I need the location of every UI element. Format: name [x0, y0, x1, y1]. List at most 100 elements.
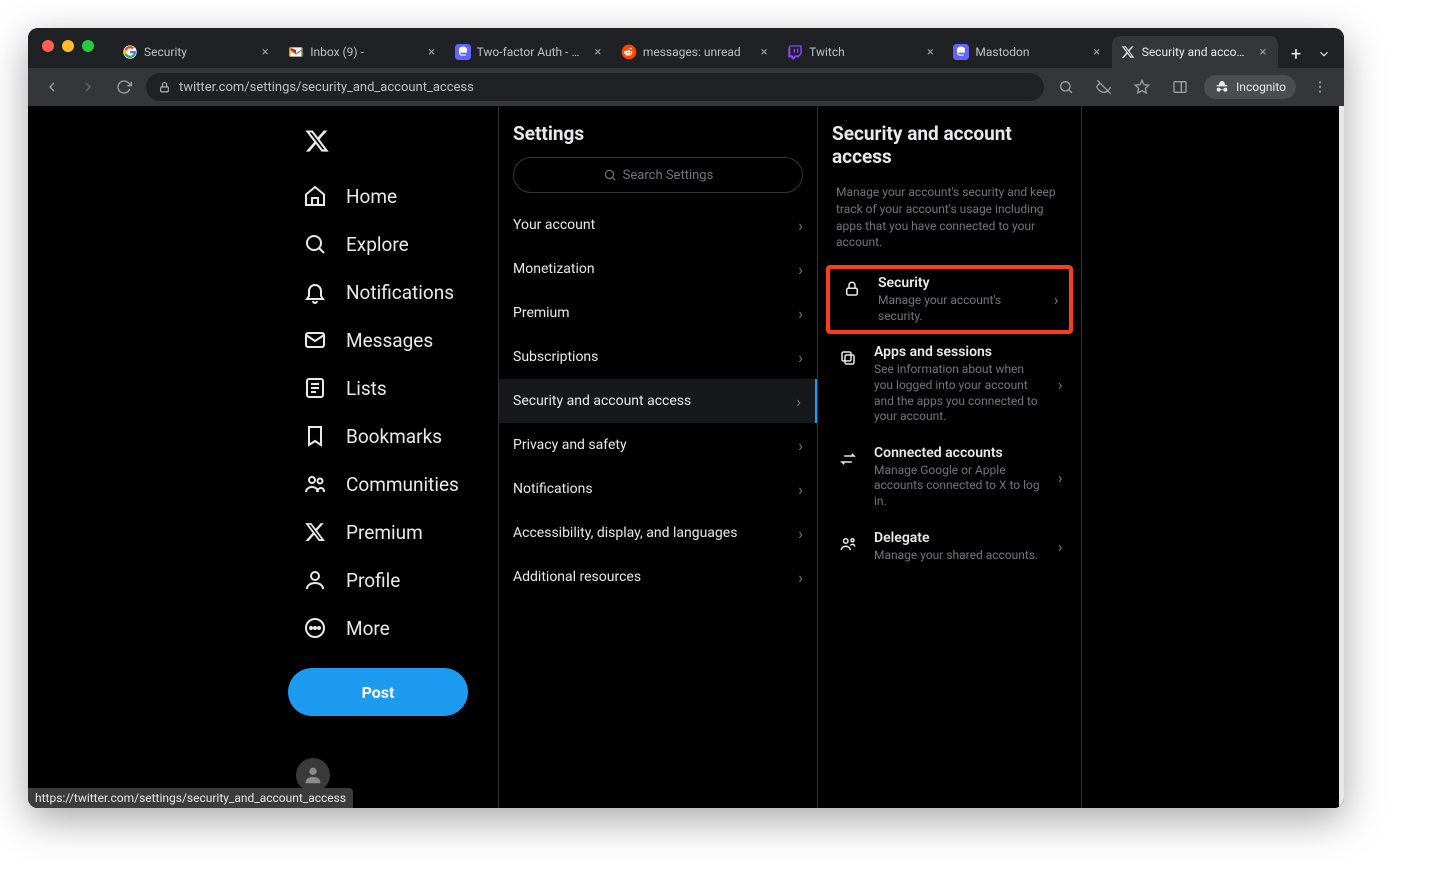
incognito-badge[interactable]: Incognito	[1204, 75, 1296, 99]
scrollbar[interactable]	[1339, 106, 1344, 808]
settings-item[interactable]: Monetization ›	[499, 247, 817, 291]
settings-item[interactable]: Security and account access ›	[499, 379, 817, 423]
tab-close-icon[interactable]: ×	[425, 45, 439, 59]
chevron-right-icon: ›	[798, 436, 803, 455]
settings-item-label: Additional resources	[513, 569, 641, 585]
tab-close-icon[interactable]: ×	[591, 45, 605, 59]
nav-item-home[interactable]: Home	[288, 172, 498, 220]
tab-close-icon[interactable]: ×	[258, 45, 272, 59]
star-icon[interactable]	[1128, 73, 1156, 101]
reload-button[interactable]	[110, 73, 138, 101]
tab-favicon	[1120, 44, 1136, 60]
tab-strip: Security×Inbox (9) - ×Two-factor Auth - …	[28, 28, 1344, 68]
settings-item[interactable]: Accessibility, display, and languages›	[499, 511, 817, 555]
detail-item-delegate[interactable]: DelegateManage your shared accounts.›	[818, 520, 1081, 574]
eye-off-icon[interactable]	[1090, 73, 1118, 101]
tab-title: Security	[144, 45, 252, 59]
kebab-icon[interactable]	[1306, 73, 1334, 101]
nav-item-bookmarks[interactable]: Bookmarks	[288, 412, 498, 460]
detail-item-title: Security	[878, 275, 1040, 291]
nav-item-messages[interactable]: Messages	[288, 316, 498, 364]
chevron-right-icon: ›	[798, 260, 803, 279]
detail-item-connected-accounts[interactable]: Connected accountsManage Google or Apple…	[818, 435, 1081, 520]
nav-item-premium[interactable]: Premium	[288, 508, 498, 556]
nav-item-explore[interactable]: Explore	[288, 220, 498, 268]
detail-item-title: Delegate	[874, 530, 1044, 546]
tab-title: Mastodon	[975, 45, 1083, 59]
detail-item-security[interactable]: SecurityManage your account's security.›	[826, 265, 1073, 334]
new-tab-button[interactable]: +	[1282, 40, 1310, 68]
detail-title: Security and account access	[818, 116, 1081, 180]
settings-item[interactable]: Privacy and safety›	[499, 423, 817, 467]
settings-item[interactable]: Subscriptions›	[499, 335, 817, 379]
primary-nav: Home Explore Notifications Messages Lists Boo…	[288, 106, 498, 808]
chevron-right-icon: ›	[796, 392, 801, 411]
browser-tab[interactable]: Inbox (9) - ×	[280, 36, 446, 68]
profile-icon	[302, 567, 328, 593]
nav-label: Bookmarks	[346, 425, 442, 448]
tab-menu-button[interactable]	[1310, 40, 1338, 68]
nav-label: Home	[346, 185, 397, 208]
x-logo[interactable]	[292, 116, 342, 166]
nav-label: Communities	[346, 473, 459, 496]
detail-item-desc: See information about when you logged in…	[874, 362, 1044, 424]
browser-tab[interactable]: Two-factor Auth - Masto…×	[447, 36, 613, 68]
detail-item-desc: Manage your shared accounts.	[874, 548, 1044, 564]
nav-item-lists[interactable]: Lists	[288, 364, 498, 412]
nav-item-more[interactable]: More	[288, 604, 498, 652]
tab-close-icon[interactable]: ×	[923, 45, 937, 59]
browser-tab[interactable]: Twitch×	[779, 36, 945, 68]
mail-icon	[302, 327, 328, 353]
post-button[interactable]: Post	[288, 668, 468, 716]
settings-item[interactable]: Notifications›	[499, 467, 817, 511]
status-bar: https://twitter.com/settings/security_an…	[28, 788, 353, 808]
browser-tab[interactable]: messages: unread ×	[613, 36, 779, 68]
tab-favicon	[621, 44, 637, 60]
settings-item-label: Monetization	[513, 261, 595, 277]
account-avatar[interactable]	[296, 758, 330, 792]
back-button[interactable]	[38, 73, 66, 101]
settings-column: Settings Search Settings Your account›Mo…	[498, 106, 818, 808]
tab-title: Inbox (9) -	[310, 45, 418, 59]
chevron-right-icon: ›	[798, 480, 803, 499]
detail-subtitle: Manage your account's security and keep …	[818, 180, 1081, 265]
chevron-right-icon: ›	[798, 304, 803, 323]
swap-icon	[836, 447, 860, 471]
settings-item[interactable]: Premium ›	[499, 291, 817, 335]
tab-close-icon[interactable]: ×	[1090, 45, 1104, 59]
detail-item-title: Connected accounts	[874, 445, 1044, 461]
panel-icon[interactable]	[1166, 73, 1194, 101]
settings-item[interactable]: Additional resources›	[499, 555, 817, 599]
nav-item-notifications[interactable]: Notifications	[288, 268, 498, 316]
lock-icon	[840, 277, 864, 301]
settings-item-label: Your account	[513, 217, 595, 233]
search-settings-input[interactable]: Search Settings	[513, 157, 803, 193]
nav-label: Profile	[346, 569, 400, 592]
browser-tab[interactable]: Security ×	[114, 36, 280, 68]
tab-favicon	[787, 44, 803, 60]
browser-tab[interactable]: Security and account acc×	[1112, 36, 1278, 68]
settings-item[interactable]: Your account›	[499, 203, 817, 247]
window-traffic-lights[interactable]	[28, 28, 108, 52]
tab-close-icon[interactable]: ×	[757, 45, 771, 59]
home-icon	[302, 183, 328, 209]
chevron-right-icon: ›	[798, 524, 803, 543]
nav-item-communities[interactable]: Communities	[288, 460, 498, 508]
lock-icon	[158, 81, 171, 94]
zoom-icon[interactable]	[1052, 73, 1080, 101]
address-bar[interactable]: twitter.com/settings/security_and_accoun…	[146, 73, 1044, 101]
nav-label: Notifications	[346, 281, 454, 304]
settings-item-label: Security and account access	[513, 393, 691, 409]
tab-close-icon[interactable]: ×	[1256, 45, 1270, 59]
bell-icon	[302, 279, 328, 305]
nav-label: Lists	[346, 377, 387, 400]
nav-item-profile[interactable]: Profile	[288, 556, 498, 604]
forward-button[interactable]	[74, 73, 102, 101]
settings-item-label: Premium	[513, 305, 570, 321]
detail-item-apps-and-sessions[interactable]: Apps and sessionsSee information about w…	[818, 334, 1081, 434]
more-icon	[302, 615, 328, 641]
tab-title: messages: unread	[643, 45, 751, 59]
tab-favicon	[455, 44, 471, 60]
browser-tab[interactable]: Mastodon ×	[945, 36, 1111, 68]
tab-favicon	[288, 44, 304, 60]
